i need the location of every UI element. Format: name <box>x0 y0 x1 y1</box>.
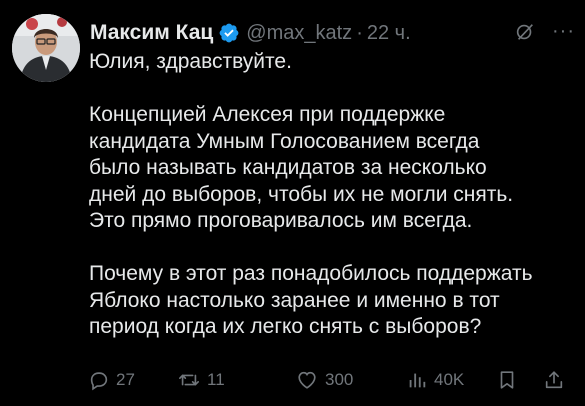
author-handle[interactable]: @max_katz <box>246 22 352 45</box>
reply-icon <box>90 372 108 391</box>
retweet-count: 11 <box>207 370 225 389</box>
like-count: 300 <box>325 370 354 389</box>
timestamp[interactable]: 22 ч. <box>367 22 411 45</box>
action-bar: 27 11 300 40K <box>88 365 578 395</box>
bookmark-icon <box>500 371 514 389</box>
tweet-text-line: кандидата Умным Голосованием всегда <box>89 129 480 153</box>
tweet-text-line: Яблоко настолько заранее и именно в тот <box>89 288 500 312</box>
heart-icon <box>298 371 316 389</box>
tweet-text-line: Почему в этот раз понадобилось поддержат… <box>89 262 533 285</box>
reply-button[interactable]: 27 <box>88 369 135 391</box>
share-icon <box>545 371 563 389</box>
tweet-text-line: период когда их легко снять с выборов? <box>89 315 482 338</box>
views-icon <box>409 373 426 388</box>
views-button[interactable]: 40K <box>406 369 464 391</box>
tweet-text: Юлия, здравствуйте. Концепцией Алексея пр… <box>89 49 579 341</box>
reply-count: 27 <box>116 370 135 389</box>
bookmark-button[interactable] <box>496 368 524 392</box>
avatar[interactable] <box>12 14 80 82</box>
like-button[interactable]: 300 <box>295 369 353 391</box>
grok-icon[interactable] <box>514 21 536 43</box>
tweet-text-line: Это прямо проговаривалось им всегда. <box>89 209 473 232</box>
retweet-button[interactable]: 11 <box>177 369 225 391</box>
tweet-text-line: дней до выборов, чтобы их не могли снять… <box>89 182 514 206</box>
tweet-header: Максим Кац @max_katz · 22 ч. ··· <box>90 16 575 50</box>
tweet-text-line: Юлия, здравствуйте. <box>89 50 292 73</box>
more-icon[interactable]: ··· <box>552 20 575 43</box>
separator-dot: · <box>356 21 363 44</box>
retweet-icon <box>179 374 199 386</box>
author-name[interactable]: Максим Кац <box>90 21 213 45</box>
tweet-text-line: Концепцией Алексея при поддержке <box>89 103 446 126</box>
tweet-text-line: было называть кандидатов за несколько <box>89 156 487 179</box>
avatar-image <box>12 14 80 82</box>
verified-badge-icon[interactable] <box>218 22 240 44</box>
views-count: 40K <box>434 370 465 389</box>
share-button[interactable] <box>543 368 571 392</box>
